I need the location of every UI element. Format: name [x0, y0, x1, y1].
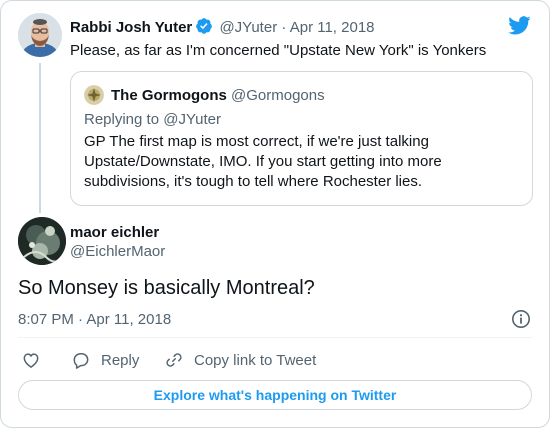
link-icon	[164, 350, 184, 370]
twitter-bird-icon[interactable]	[508, 16, 531, 35]
quoted-text-line: GP The first map is most correct, if we'…	[84, 133, 429, 150]
quoted-tweet-header: The Gormogons @Gormogons	[111, 86, 325, 105]
reply-label: Reply	[101, 351, 140, 369]
explore-twitter-button[interactable]: Explore what's happening on Twitter	[18, 380, 532, 410]
main-author-handle[interactable]: @EichlerMaor	[70, 242, 165, 261]
quoted-text-line: Upstate/Downstate, IMO. If you start get…	[84, 153, 442, 170]
reply-button[interactable]: Reply	[71, 349, 139, 371]
parent-tweet-header: Rabbi Josh Yuter @JYuter · Apr 11, 2018	[70, 17, 375, 37]
action-divider	[18, 337, 532, 338]
parent-tweet-date[interactable]: Apr 11, 2018	[290, 19, 375, 36]
quoted-tweet-text: GP The first map is most correct, if we'…	[84, 132, 514, 192]
copy-link-label: Copy link to Tweet	[194, 351, 317, 369]
quoted-text-line: subdivisions, it's tough to tell where R…	[84, 173, 423, 190]
timestamp-separator: ·	[78, 311, 84, 328]
parent-author-handle[interactable]: @JYuter	[219, 19, 277, 36]
info-icon[interactable]	[511, 309, 531, 329]
embedded-tweet-card: Rabbi Josh Yuter @JYuter · Apr 11, 2018 …	[0, 0, 550, 428]
like-button[interactable]	[21, 349, 41, 371]
avatar-the-gormogons	[84, 85, 104, 105]
avatar-rabbi-josh-yuter[interactable]	[18, 13, 62, 57]
main-tweet-timestamp[interactable]: 8:07 PM · Apr 11, 2018	[18, 310, 171, 329]
main-tweet-date: Apr 11, 2018	[86, 311, 172, 328]
header-separator: ·	[281, 19, 287, 36]
thread-connector-line	[39, 63, 41, 213]
avatar-maor-eichler[interactable]	[18, 217, 66, 265]
quoted-tweet-card[interactable]: The Gormogons @Gormogons Replying to @JY…	[70, 71, 533, 206]
speech-bubble-icon	[71, 350, 91, 370]
replying-to-label: Replying to @JYuter	[84, 111, 221, 128]
main-tweet-time: 8:07 PM	[18, 311, 74, 328]
verified-badge-icon	[195, 17, 213, 35]
parent-author-name[interactable]: Rabbi Josh Yuter	[70, 19, 192, 36]
main-author-name[interactable]: maor eichler	[70, 223, 159, 242]
quoted-author-handle: @Gormogons	[231, 87, 325, 104]
main-tweet-text: So Monsey is basically Montreal?	[18, 277, 315, 299]
quoted-author-name: The Gormogons	[111, 87, 227, 104]
heart-icon	[21, 350, 41, 370]
parent-tweet-text: Please, as far as I'm concerned "Upstate…	[70, 42, 487, 59]
copy-link-button[interactable]: Copy link to Tweet	[164, 349, 316, 371]
